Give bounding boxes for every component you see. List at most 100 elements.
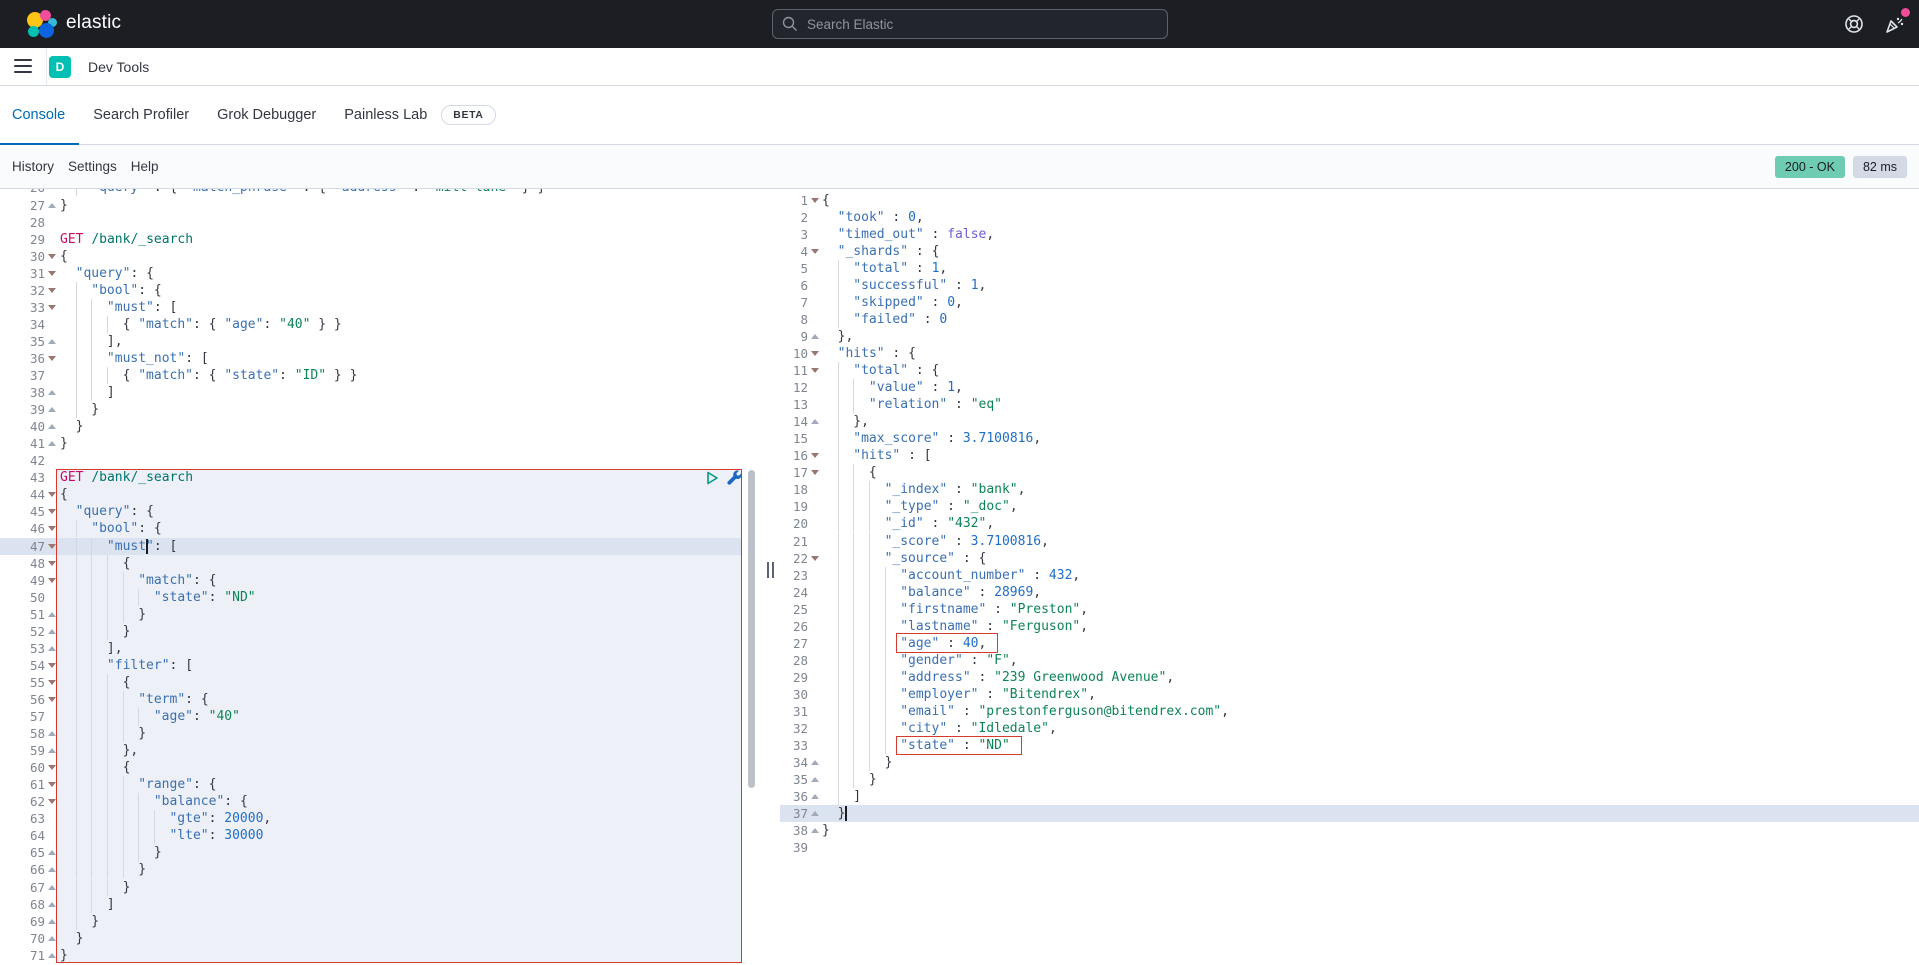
fold-close-icon[interactable] [48,919,56,924]
notification-dot [1901,8,1910,17]
fold-open-icon[interactable] [48,799,56,804]
fold-open-icon[interactable] [48,663,56,668]
code-line: "skipped" : 0, [822,294,963,311]
line-number: 44 [0,486,45,503]
menu-icon[interactable] [14,59,32,74]
search-input[interactable] [772,9,1168,39]
fold-open-icon[interactable] [811,556,819,561]
global-header: elastic [0,0,1919,48]
line-number: 17 [780,464,808,481]
code-line: "balance": { [60,793,248,810]
fold-close-icon[interactable] [48,390,56,395]
fold-open-icon[interactable] [48,561,56,566]
active-line-highlight [780,805,1919,822]
elastic-logo[interactable] [27,10,57,38]
fold-open-icon[interactable] [48,492,56,497]
code-line: } [60,844,162,861]
line-number: 26 [780,618,808,635]
fold-close-icon[interactable] [811,334,819,339]
line-number: 16 [780,447,808,464]
response-pane[interactable]: 1{2"took" : 0,3"timed_out" : false,4"_sh… [780,189,1919,965]
fold-close-icon[interactable] [48,902,56,907]
code-line: "address" : "239 Greenwood Avenue", [822,669,1174,686]
fold-open-icon[interactable] [811,249,819,254]
send-request-button[interactable] [704,470,720,486]
fold-close-icon[interactable] [48,646,56,651]
fold-close-icon[interactable] [48,612,56,617]
fold-open-icon[interactable] [811,198,819,203]
fold-close-icon[interactable] [48,731,56,736]
code-line: "hits" : { [822,345,916,362]
fold-open-icon[interactable] [811,368,819,373]
resizer-handle [772,562,774,578]
fold-open-icon[interactable] [811,470,819,475]
fold-close-icon[interactable] [48,850,56,855]
code-line: "query" : { "match_phrase" : { "address"… [60,189,545,197]
code-line: "failed" : 0 [822,311,947,328]
fold-close-icon[interactable] [48,424,56,429]
tab-console[interactable]: Console [0,86,79,144]
fold-close-icon[interactable] [48,629,56,634]
wrench-icon[interactable] [727,470,743,486]
fold-open-icon[interactable] [48,697,56,702]
fold-open-icon[interactable] [48,526,56,531]
request-editor-pane[interactable]: 26"query" : { "match_phrase" : { "addres… [0,189,760,965]
fold-close-icon[interactable] [48,748,56,753]
code-line: "hits" : [ [822,447,932,464]
fold-open-icon[interactable] [48,544,56,549]
tab-grok-debugger[interactable]: Grok Debugger [203,86,330,144]
space-avatar[interactable]: D [49,56,71,78]
fold-close-icon[interactable] [811,760,819,765]
history-menu[interactable]: History [12,159,54,174]
line-number: 60 [0,759,45,776]
fold-open-icon[interactable] [48,305,56,310]
line-number: 37 [780,805,808,822]
fold-close-icon[interactable] [48,203,56,208]
fold-open-icon[interactable] [48,509,56,514]
line-number: 11 [780,362,808,379]
fold-close-icon[interactable] [48,936,56,941]
fold-open-icon[interactable] [811,351,819,356]
tab-painless-lab[interactable]: Painless Lab BETA [330,86,509,144]
tab-search-profiler[interactable]: Search Profiler [79,86,203,144]
fold-open-icon[interactable] [48,782,56,787]
global-search [772,9,1168,39]
help-menu[interactable]: Help [131,159,159,174]
fold-close-icon[interactable] [811,794,819,799]
code-line: { [60,759,130,776]
fold-open-icon[interactable] [48,765,56,770]
fold-close-icon[interactable] [811,777,819,782]
fold-close-icon[interactable] [811,419,819,424]
fold-close-icon[interactable] [48,407,56,412]
fold-close-icon[interactable] [811,828,819,833]
fold-close-icon[interactable] [48,953,56,958]
fold-open-icon[interactable] [48,288,56,293]
response-status: 200 - OK 82 ms [1775,156,1907,178]
fold-close-icon[interactable] [48,885,56,890]
newsfeed-icon[interactable] [1881,11,1907,37]
line-number: 1 [780,192,808,209]
line-number: 48 [0,555,45,572]
line-number: 71 [0,947,45,964]
line-number: 67 [0,879,45,896]
fold-open-icon[interactable] [811,453,819,458]
console-menu-bar: History Settings Help 200 - OK 82 ms [0,145,1919,189]
help-icon[interactable] [1841,11,1867,37]
settings-menu[interactable]: Settings [68,159,117,174]
fold-close-icon[interactable] [811,811,819,816]
line-number: 68 [0,896,45,913]
fold-close-icon[interactable] [48,339,56,344]
fold-close-icon[interactable] [48,441,56,446]
code-line: "balance" : 28969, [822,584,1041,601]
fold-open-icon[interactable] [48,578,56,583]
fold-close-icon[interactable] [48,867,56,872]
dev-tools-tabs: Console Search Profiler Grok Debugger Pa… [0,86,1919,145]
line-number: 46 [0,520,45,537]
fold-open-icon[interactable] [48,254,56,259]
pane-resizer[interactable] [763,189,779,965]
fold-open-icon[interactable] [48,356,56,361]
code-line: ] [60,896,115,913]
scrollbar-thumb[interactable] [748,470,755,788]
fold-open-icon[interactable] [48,271,56,276]
fold-open-icon[interactable] [48,680,56,685]
